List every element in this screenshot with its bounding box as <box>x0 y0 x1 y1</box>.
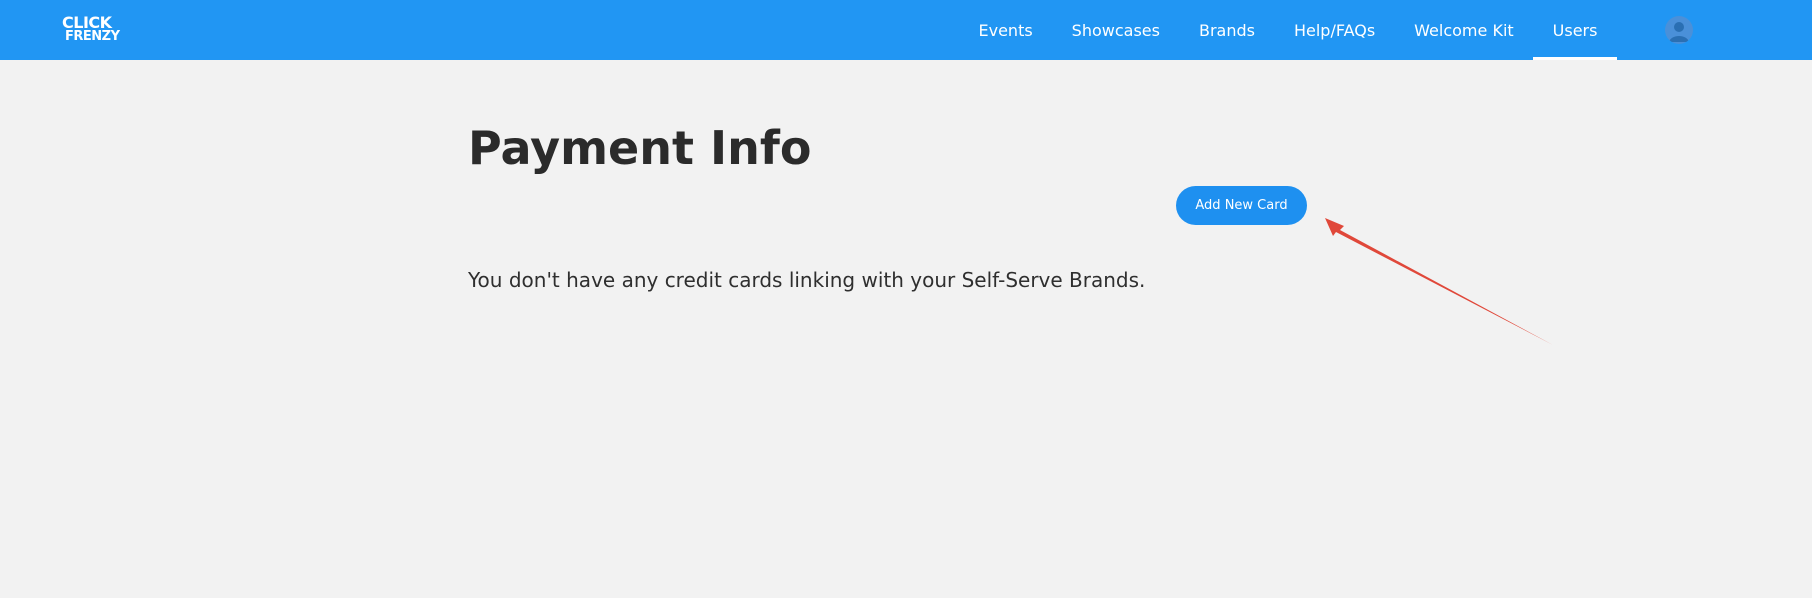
nav-item-brands[interactable]: Brands <box>1179 0 1274 60</box>
annotation-arrow <box>1325 218 1553 345</box>
nav-item-showcases[interactable]: Showcases <box>1052 0 1179 60</box>
nav-links: Events Showcases Brands Help/FAQs Welcom… <box>959 0 1617 60</box>
user-silhouette-icon <box>1669 22 1689 42</box>
nav-item-events[interactable]: Events <box>959 0 1052 60</box>
logo-line-1: CLICK <box>62 13 112 32</box>
page-title: Payment Info <box>468 121 812 175</box>
user-avatar-icon[interactable] <box>1665 16 1693 44</box>
logo-line-2: FRENZY <box>65 29 120 44</box>
empty-cards-message: You don't have any credit cards linking … <box>468 268 1146 292</box>
annotation-arrow-shape <box>1325 218 1553 345</box>
top-nav: CLICK FRENZY Events Showcases Brands Hel… <box>0 0 1812 60</box>
nav-item-help-faqs[interactable]: Help/FAQs <box>1274 0 1394 60</box>
click-frenzy-logo[interactable]: CLICK FRENZY <box>62 13 124 46</box>
nav-item-users[interactable]: Users <box>1533 0 1617 60</box>
nav-item-welcome-kit[interactable]: Welcome Kit <box>1395 0 1533 60</box>
add-new-card-button[interactable]: Add New Card <box>1176 186 1307 225</box>
